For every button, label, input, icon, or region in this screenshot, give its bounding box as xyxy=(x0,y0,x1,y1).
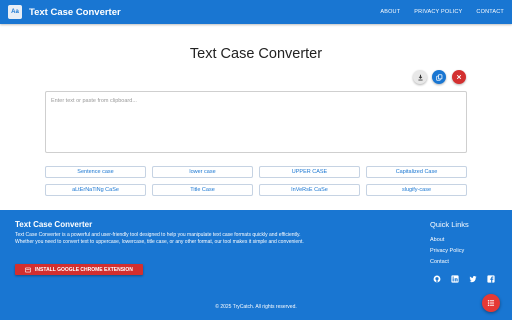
app-logo: Aa xyxy=(8,5,22,19)
twitter-icon[interactable] xyxy=(468,274,477,283)
title-case-button[interactable]: Title Case xyxy=(152,184,253,196)
brand[interactable]: Aa Text Case Converter xyxy=(8,5,121,19)
download-button[interactable] xyxy=(413,70,427,84)
footer-description: Text Case Converter is a powerful and us… xyxy=(15,232,304,245)
nav-links: ABOUT PRIVACY POLICY CONTACT xyxy=(380,9,504,15)
upper-case-button[interactable]: UPPER CASE xyxy=(259,166,360,178)
slugify-case-button[interactable]: slugify-case xyxy=(366,184,467,196)
alternating-case-button[interactable]: aLtErNaTiNg CaSe xyxy=(45,184,146,196)
facebook-icon[interactable] xyxy=(486,274,495,283)
footer-link-contact[interactable]: Contact xyxy=(430,259,449,265)
top-navbar: Aa Text Case Converter ABOUT PRIVACY POL… xyxy=(0,0,512,24)
floating-menu-button[interactable] xyxy=(482,294,500,312)
copy-icon xyxy=(435,73,442,81)
chrome-icon xyxy=(25,267,32,272)
nav-link-privacy-policy[interactable]: PRIVACY POLICY xyxy=(414,9,462,15)
copy-button[interactable] xyxy=(432,70,446,84)
linkedin-icon[interactable] xyxy=(450,274,459,283)
sentence-case-button[interactable]: Sentence case xyxy=(45,166,146,178)
install-chrome-extension-button[interactable]: INSTALL GOOGLE CHROME EXTENSION xyxy=(15,264,143,275)
social-links xyxy=(432,274,495,283)
brand-name[interactable]: Text Case Converter xyxy=(29,7,121,18)
nav-link-about[interactable]: ABOUT xyxy=(380,9,400,15)
page-title: Text Case Converter xyxy=(189,46,323,62)
footer-title: Text Case Converter xyxy=(15,220,93,229)
footer: Text Case Converter Text Case Converter … xyxy=(0,210,512,320)
install-chrome-extension-label: INSTALL GOOGLE CHROME EXTENSION xyxy=(35,266,133,273)
menu-icon xyxy=(487,299,495,307)
close-icon xyxy=(456,74,462,80)
inverse-case-button[interactable]: InVeRsE CaSe xyxy=(259,184,360,196)
clear-button[interactable] xyxy=(452,70,466,84)
download-icon xyxy=(417,74,423,80)
lower-case-button[interactable]: lower case xyxy=(152,166,253,178)
text-input[interactable] xyxy=(45,91,467,153)
quick-links-title: Quick Links xyxy=(430,220,469,229)
capitalized-case-button[interactable]: Capitalized Case xyxy=(366,166,467,178)
github-icon[interactable] xyxy=(432,274,441,283)
copyright-text: © 2025 TryCatch. All rights reserved. xyxy=(215,304,297,310)
footer-link-privacy-policy[interactable]: Privacy Policy xyxy=(430,248,464,254)
nav-link-contact[interactable]: CONTACT xyxy=(476,9,504,15)
footer-link-about[interactable]: About xyxy=(430,237,444,243)
